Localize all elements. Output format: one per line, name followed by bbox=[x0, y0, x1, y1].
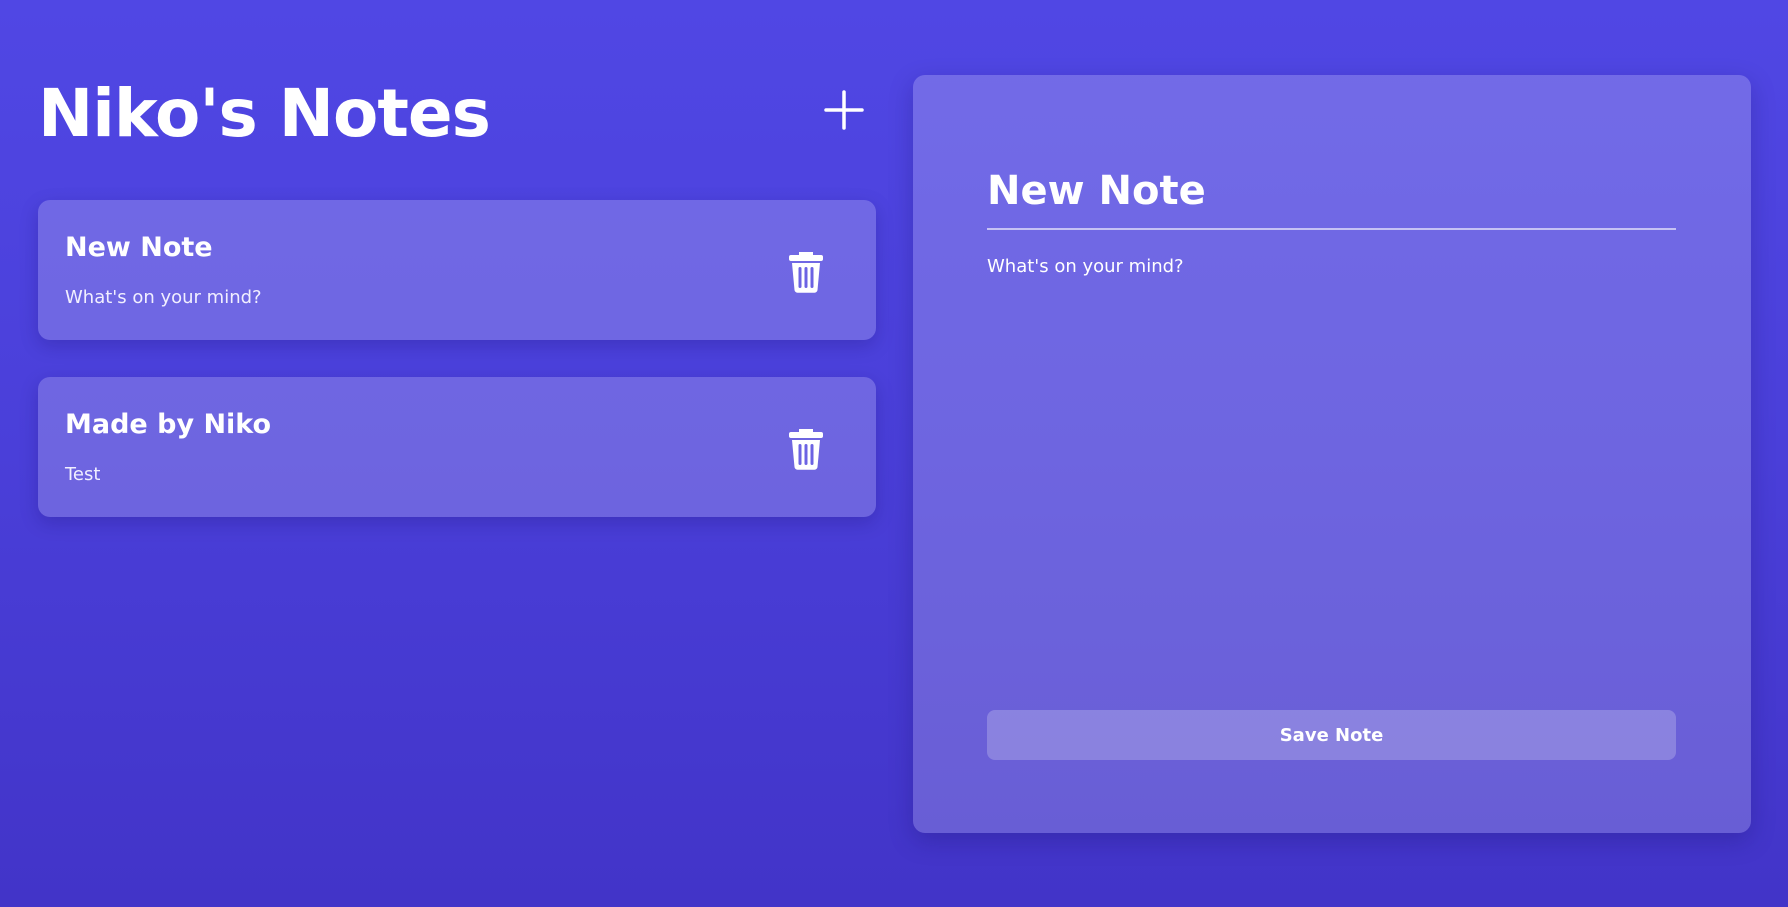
note-card[interactable]: New Note What's on your mind? bbox=[38, 200, 876, 340]
delete-note-button[interactable] bbox=[784, 246, 828, 294]
notes-sidebar: Niko's Notes New Note What's on your min… bbox=[38, 0, 876, 907]
trash-icon bbox=[789, 429, 823, 470]
app-title: Niko's Notes bbox=[38, 75, 491, 152]
save-note-button[interactable]: Save Note bbox=[987, 710, 1676, 760]
note-card-preview: Test bbox=[65, 464, 101, 485]
note-editor-panel: Save Note bbox=[913, 75, 1751, 833]
note-card-title: Made by Niko bbox=[65, 409, 272, 440]
note-card-preview: What's on your mind? bbox=[65, 287, 262, 308]
delete-note-button[interactable] bbox=[784, 423, 828, 471]
note-body-textarea[interactable] bbox=[987, 255, 1676, 755]
note-list: New Note What's on your mind? Made by Ni… bbox=[38, 200, 876, 554]
trash-icon bbox=[789, 252, 823, 293]
plus-icon bbox=[824, 90, 864, 130]
note-title-input[interactable] bbox=[987, 164, 1676, 230]
note-card-title: New Note bbox=[65, 232, 213, 263]
note-card[interactable]: Made by Niko Test bbox=[38, 377, 876, 517]
add-note-button[interactable] bbox=[822, 88, 866, 132]
